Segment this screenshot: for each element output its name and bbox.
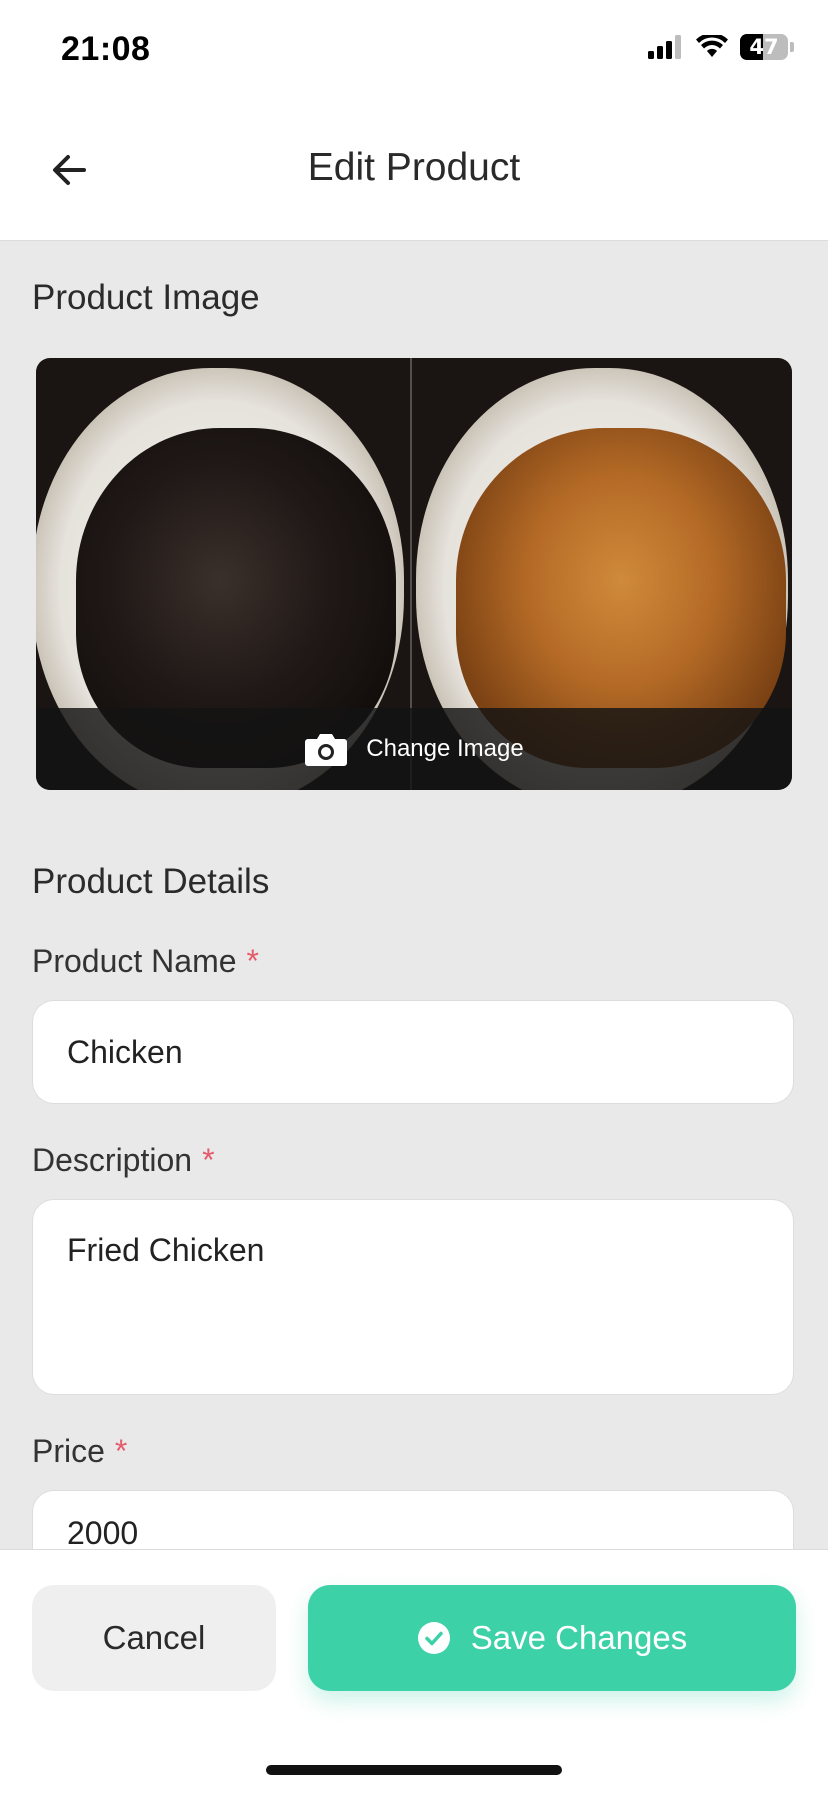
page-title: Edit Product (307, 146, 521, 189)
home-indicator[interactable] (266, 1765, 562, 1775)
cancel-label: Cancel (102, 1619, 206, 1656)
cancel-button[interactable]: Cancel (32, 1585, 276, 1691)
battery-level: 47 (749, 35, 779, 59)
app-header: Edit Product (0, 100, 828, 241)
camera-icon (305, 734, 348, 766)
signal-icon (648, 35, 681, 59)
bottom-action-bar: Cancel Save Changes (0, 1549, 828, 1793)
price-label: Price * (32, 1433, 127, 1470)
product-name-label-text: Product Name (32, 943, 237, 979)
required-mark: * (246, 943, 259, 979)
change-image-label: Change Image (366, 735, 524, 762)
status-bar: 21:08 47 (0, 0, 828, 100)
required-mark: * (202, 1142, 215, 1178)
product-name-input[interactable]: Chicken (32, 1000, 794, 1104)
description-label-text: Description (32, 1142, 193, 1178)
price-label-text: Price (32, 1433, 105, 1469)
product-image-heading: Product Image (32, 278, 260, 317)
status-icons: 47 (648, 34, 794, 60)
required-mark: * (114, 1433, 128, 1469)
description-value: Fried Chicken (67, 1232, 265, 1268)
save-changes-button[interactable]: Save Changes (308, 1585, 796, 1691)
description-label: Description * (32, 1142, 215, 1179)
product-name-label: Product Name * (32, 943, 259, 980)
battery-icon: 47 (740, 34, 788, 60)
product-image[interactable]: Change Image (36, 358, 792, 790)
product-details-heading: Product Details (32, 862, 270, 901)
change-image-button[interactable]: Change Image (36, 708, 792, 790)
save-changes-label: Save Changes (470, 1619, 688, 1656)
description-input[interactable]: Fried Chicken (32, 1199, 794, 1395)
status-time: 21:08 (61, 30, 151, 68)
product-name-value: Chicken (67, 1034, 183, 1070)
wifi-icon (696, 35, 728, 57)
check-circle-icon (417, 1622, 450, 1654)
price-value: 2000 (67, 1515, 139, 1551)
